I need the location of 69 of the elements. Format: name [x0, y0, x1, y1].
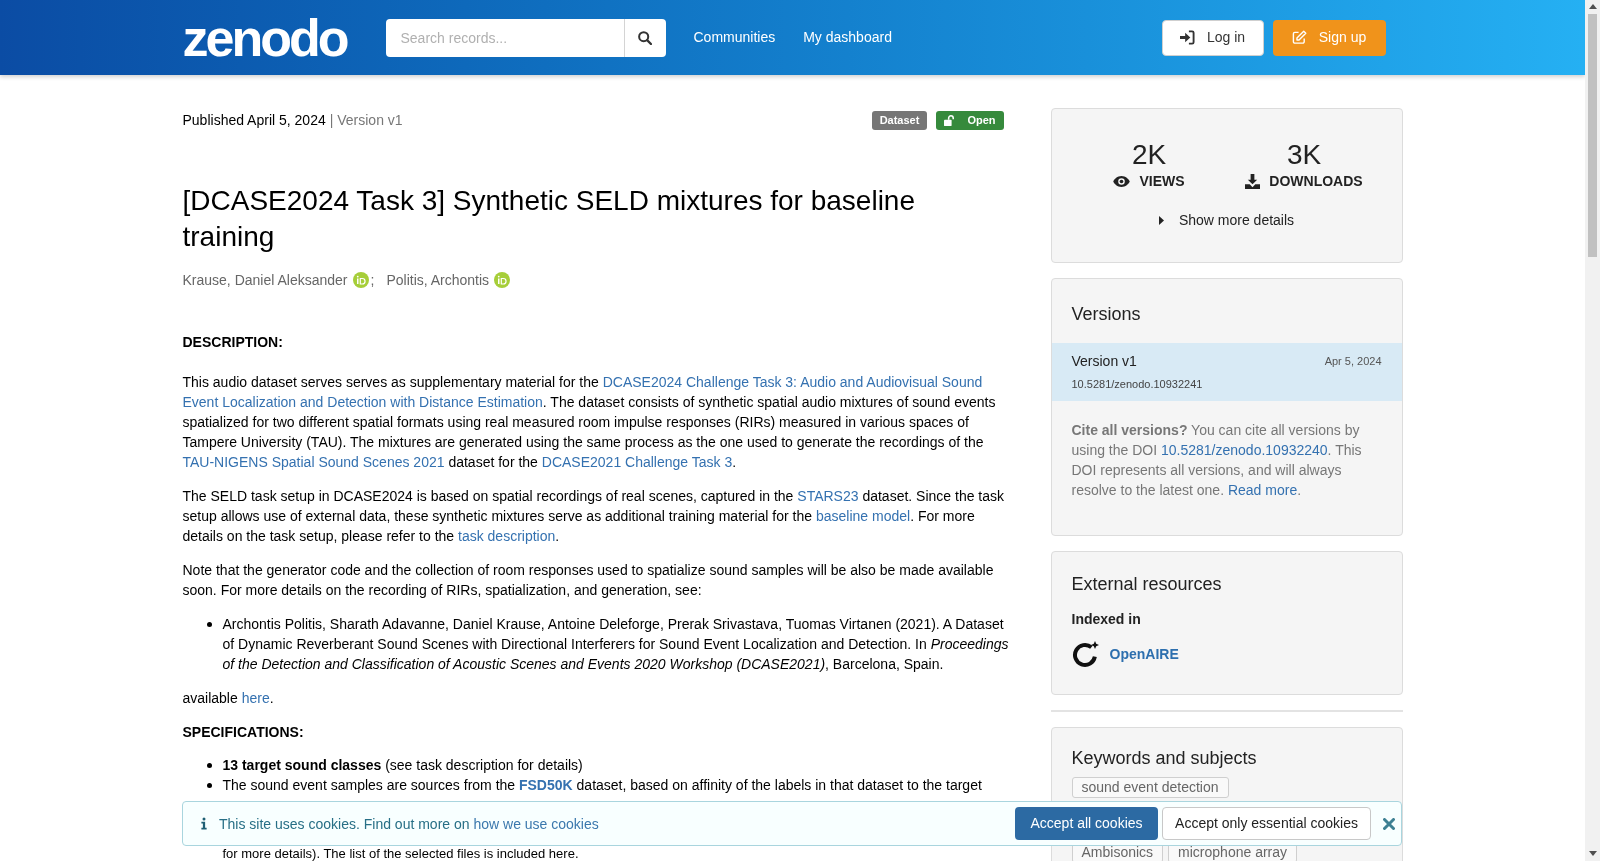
link[interactable]: TAU-NIGENS Spatial Sound Scenes 2021 — [182, 454, 445, 470]
type-badge-text: Dataset — [879, 114, 920, 126]
close-icon — [1383, 817, 1395, 830]
author-link[interactable]: Krause, Daniel Aleksander — [182, 269, 348, 291]
version-name: Version v1 — [1071, 352, 1137, 371]
search-field[interactable]: Search records... — [385, 18, 624, 57]
logo[interactable]: zenodo — [182, 11, 353, 64]
link[interactable]: FSD50K — [519, 777, 573, 793]
link[interactable]: Event Localization and Detection with Distance Estimation — [182, 394, 543, 410]
scroll-down-icon[interactable] — [1588, 851, 1597, 856]
cite-note: Cite all versions? You can cite all versions by using the DOI 10.5281/zenodo.10932240. This DOI represents all versions, and will always resolve to the latest one. Read more. — [1070, 421, 1363, 500]
link[interactable]: STARS23 — [797, 488, 859, 504]
keyword-tag[interactable]: sound event detection — [1071, 777, 1229, 798]
unlock-icon — [944, 114, 956, 126]
show-details-toggle[interactable]: Show more details — [1158, 210, 1295, 230]
version-label: | Version v1 — [329, 110, 403, 130]
author-separator: ; — [370, 270, 375, 290]
search-icon — [638, 30, 652, 45]
list-item-text: The sound event samples are sources from the FSD50K dataset, based on affinity of the labels in that dataset to the target — [222, 776, 983, 795]
bullet-icon — [206, 763, 212, 768]
accept-all-button[interactable]: Accept all cookies — [1015, 807, 1158, 840]
login-button[interactable]: Log in — [1161, 19, 1264, 56]
scroll-up-icon[interactable] — [1588, 4, 1597, 9]
paragraph: This audio dataset serves serves as supplementary material for the DCASE2024 Challenge Task 3: Audio and Audiovisual Sound Event Localization and Detection with Distance Estimation. The dataset consists of synthetic spatial audio mixtures of sound events spatialized for two different spatial formats using real measured room impulse responses (RIRs) measured in various spaces of Tampere University (TAU). The mixtures are generated using the same process as the one used to generate the recordings of the TAU-NIGENS Spatial Sound Scenes 2021 dataset for the DCASE2021 Challenge Task 3. — [182, 373, 997, 472]
link[interactable]: 10.5281/zenodo.10932240 — [1161, 442, 1328, 458]
paragraph: available here. — [182, 689, 275, 708]
search-button[interactable] — [623, 18, 666, 57]
eye-icon — [1113, 175, 1131, 187]
section-heading: DESCRIPTION: — [182, 333, 284, 352]
stat-value: 2K — [1131, 139, 1167, 171]
info-icon — [201, 817, 207, 830]
resource-link[interactable]: OpenAIRE — [1109, 643, 1179, 665]
nav-link[interactable]: My dashboard — [803, 27, 892, 48]
list-item-text: for more details). The list of the selected files is included here. — [222, 847, 579, 860]
link[interactable]: DCASE2024 Challenge Task 3: Audio and Audiovisual Sound — [602, 374, 983, 390]
paragraph: The SELD task setup in DCASE2024 is based on spatial recordings of real scenes, captured in the STARS23 dataset. Since the task setup allows use of external data, these synthetic mixtures serve as additional training material for the baseline model. For more details on the task setup, please refer to the task description. — [182, 487, 1006, 546]
card-heading: External resources — [1071, 573, 1223, 596]
author-link[interactable]: Politis, Archontis — [386, 269, 490, 291]
publish-date: Published April 5, 2024 — [182, 110, 326, 130]
record-title: [DCASE2024 Task 3] Synthetic SELD mixtures for baseline training — [182, 184, 916, 254]
close-button[interactable] — [1383, 817, 1395, 830]
link[interactable]: here — [241, 690, 270, 706]
access-badge-text: Open — [967, 114, 996, 126]
list-item-text: 13 target sound classes (see task description for details) — [222, 756, 584, 775]
ring-star-icon — [1071, 640, 1100, 668]
version-item[interactable]: Version v1 Apr 5, 2024 10.5281/zenodo.10932241 — [1051, 343, 1402, 401]
accept-essential-button[interactable]: Accept only essential cookies — [1162, 807, 1371, 840]
nav-link[interactable]: Communities — [693, 27, 776, 48]
scrollbar-track[interactable] — [1585, 0, 1600, 861]
stat-label: DOWNLOADS — [1269, 172, 1363, 191]
edit-icon — [1291, 30, 1307, 45]
card-heading: Keywords and subjects — [1071, 747, 1258, 770]
bullet-icon — [206, 783, 212, 788]
bullet-icon — [206, 622, 212, 627]
card-heading: Versions — [1070, 303, 1142, 326]
subheading: Indexed in — [1071, 610, 1142, 629]
stat-value: 3K — [1286, 139, 1322, 171]
link[interactable]: how we use cookies — [473, 815, 599, 832]
version-doi: 10.5281/zenodo.10932241 — [1071, 377, 1204, 392]
download-icon — [1245, 173, 1261, 189]
stat-label: VIEWS — [1139, 172, 1185, 191]
sign-in-icon — [1179, 30, 1195, 45]
link[interactable]: Read more — [1227, 482, 1298, 498]
paragraph: Note that the generator code and the collection of room responses used to spatialize sound samples will be also be made available soon. For more details on the recording of RIRs, spatialization, and generation, see: — [182, 561, 995, 600]
list-item-text: Archontis Politis, Sharath Adavanne, Daniel Krause, Antoine Deleforge, Prerak Srivastava, Tuomas Virtanen (2021). A Dataset of Dynamic Reverberant Sound Scenes with Directional Interferers for Sound Event Localization and Detection. In Proceedings of the Detection and Classification of Acoustic Scenes and Events 2020 Workshop (DCASE2021), Barcelona, Spain. — [222, 615, 1010, 674]
cookie-message: This site uses cookies. Find out more on how we use cookies — [219, 814, 599, 834]
section-heading: SPECIFICATIONS: — [182, 723, 305, 742]
scrollbar-thumb[interactable] — [1588, 14, 1597, 257]
version-date: Apr 5, 2024 — [1324, 354, 1382, 369]
